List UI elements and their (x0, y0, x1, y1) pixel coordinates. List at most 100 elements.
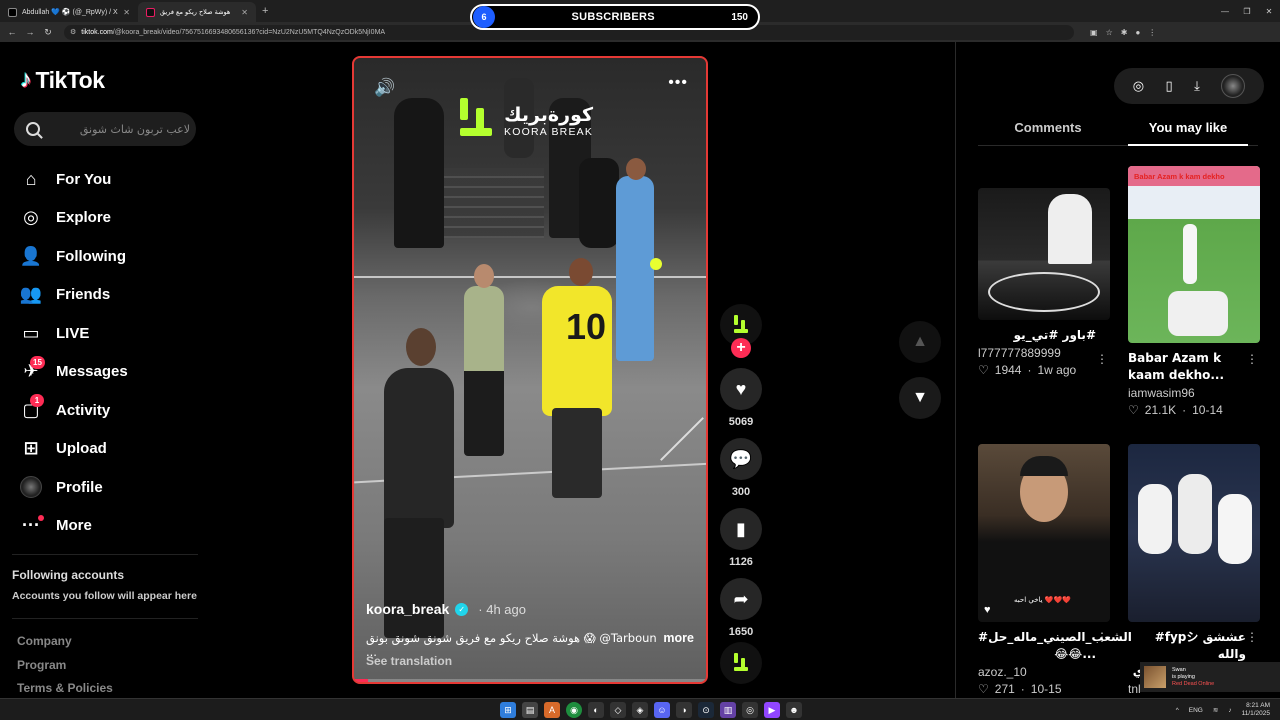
video-thumbnail[interactable]: ياخي احبه ❤️❤️❤️ ♥ (978, 444, 1110, 622)
more-options-icon[interactable]: ••• (668, 74, 688, 92)
search-box[interactable] (14, 112, 196, 146)
recommended-video-card[interactable]: #fypシ عششق والله #سالم_الدوسري... ⋮ tnl (1128, 444, 1260, 696)
previous-video-button[interactable]: ▲ (899, 321, 941, 363)
clock[interactable]: 8:21 AM 11/1/2025 (1242, 702, 1270, 718)
goalkeeper-player (616, 176, 654, 361)
avatar[interactable] (1221, 74, 1246, 98)
site-info-icon[interactable]: ⚙ (70, 28, 76, 36)
card-menu-icon[interactable]: ⋮ (1246, 352, 1258, 366)
new-tab-icon[interactable]: + (262, 5, 268, 17)
nav-item-upload[interactable]: ⊞ Upload (20, 430, 200, 469)
player-head (626, 158, 646, 180)
video-thumbnail[interactable] (978, 188, 1110, 320)
close-icon[interactable]: ✕ (241, 8, 248, 17)
sidebar: ♪ TikTok ⌂ For You ◎ Explore 👤 Following… (0, 42, 212, 698)
comment-icon[interactable]: 💬 (720, 438, 762, 480)
recommended-video-card[interactable]: Babar Azam k kam dekho Babar Azam k kaam… (1128, 166, 1260, 417)
heart-icon[interactable]: ♥ (720, 368, 762, 410)
next-video-button[interactable]: ▼ (899, 377, 941, 419)
card-menu-icon[interactable]: ⋮ (1096, 352, 1108, 366)
compass-icon: ◎ (23, 207, 39, 228)
chrome-icon[interactable]: ◉ (566, 702, 582, 718)
nav-item-friends[interactable]: 👥 Friends (20, 276, 200, 315)
card-date: 10-14 (1192, 403, 1223, 417)
close-window-icon[interactable]: ✕ (1258, 0, 1280, 22)
maximize-icon[interactable]: ❐ (1236, 0, 1258, 22)
app-icon[interactable]: ◐ (588, 702, 604, 718)
url-path: /@koora_break/video/7567516693480656136?… (112, 28, 386, 36)
author-username[interactable]: koora_break (366, 601, 449, 617)
language-indicator[interactable]: ENG (1189, 707, 1203, 714)
nav-item-for-you[interactable]: ⌂ For You (20, 160, 200, 199)
volume-icon[interactable]: 🔊 (374, 78, 395, 98)
app-icon[interactable]: ◑ (676, 702, 692, 718)
sound-avatar[interactable] (720, 642, 762, 684)
tiktok-page: ♪ TikTok ⌂ For You ◎ Explore 👤 Following… (0, 42, 1280, 698)
file-explorer-icon[interactable]: ▤ (522, 702, 538, 718)
bookmark-icon[interactable]: ▮ (720, 508, 762, 550)
app-icon[interactable]: ◎ (742, 702, 758, 718)
tab-you-may-like[interactable]: You may like (1118, 110, 1258, 146)
nav-item-messages[interactable]: ✈ 15 Messages (20, 353, 200, 392)
caption-more-button[interactable]: more (663, 631, 694, 659)
heart-outline-icon: ♡ (978, 363, 989, 377)
card-title: باور #تي_يو# (1013, 328, 1096, 342)
nav-item-activity[interactable]: ▢ 1 Activity (20, 391, 200, 430)
card-menu-icon[interactable]: ⋮ (1246, 630, 1258, 644)
browser-tab-x[interactable]: Abdullah 💙 ⚽ (@_RpWy) / X ✕ (0, 2, 138, 22)
nav-item-profile[interactable]: Profile (20, 468, 200, 507)
app-icon[interactable]: A (544, 702, 560, 718)
extension-icon[interactable]: ▣ (1090, 28, 1098, 37)
video-thumbnail[interactable]: Babar Azam k kam dekho (1128, 166, 1260, 343)
nav-item-explore[interactable]: ◎ Explore (20, 199, 200, 238)
nav-item-live[interactable]: ▭ LIVE (20, 314, 200, 353)
download-icon[interactable]: ⤓ (1194, 78, 1200, 94)
browser-tab-tiktok[interactable]: هوشة صلاح ريكو مع فريق ✕ (138, 2, 256, 22)
player-legs (552, 408, 602, 498)
video-player[interactable]: 10 🔊 ••• كورةبريك KOORA BREAK koora_brea… (352, 56, 708, 684)
puzzle-icon[interactable]: ✱ (1121, 28, 1128, 37)
nav-item-following[interactable]: 👤 Following (20, 237, 200, 276)
back-icon[interactable]: ← (6, 27, 18, 37)
footer-link-program[interactable]: Program (17, 658, 66, 672)
tiktok-logo[interactable]: ♪ TikTok (20, 66, 105, 94)
coach-head (406, 328, 436, 366)
follow-plus-button[interactable]: + (731, 338, 751, 358)
footer-link-company[interactable]: Company (17, 634, 72, 648)
app-icon[interactable]: ◈ (632, 702, 648, 718)
wifi-icon[interactable]: ≋ (1213, 706, 1218, 714)
steam-icon[interactable]: ⊙ (698, 702, 714, 718)
profile-icon[interactable]: ● (1135, 28, 1140, 37)
search-input[interactable] (50, 122, 190, 136)
recommended-video-card[interactable]: باور #تي_يو# ⋮ l777777889999 ♡ 1944 · 1w… (978, 188, 1110, 377)
card-menu-icon[interactable]: ⋮ (1096, 630, 1108, 644)
reload-icon[interactable]: ↻ (42, 27, 54, 38)
progress-fill (354, 679, 369, 682)
search-icon[interactable] (26, 122, 40, 136)
app-icon[interactable]: ▶ (764, 702, 780, 718)
start-icon[interactable]: ⊞ (500, 702, 516, 718)
mobile-icon[interactable]: ▯ (1166, 78, 1173, 94)
discord-icon[interactable]: ☺ (654, 702, 670, 718)
forward-icon[interactable]: → (24, 27, 36, 37)
bookmark-star-icon[interactable]: ☆ (1106, 28, 1113, 37)
coach-legs (384, 518, 444, 638)
app-icon[interactable]: ▥ (720, 702, 736, 718)
app-icon[interactable]: ◇ (610, 702, 626, 718)
share-icon[interactable]: ➦ (720, 578, 762, 620)
footer-link-terms[interactable]: Terms & Policies (17, 681, 113, 695)
minimize-icon[interactable]: — (1214, 0, 1236, 22)
game-activity-popup[interactable]: Swan is playing Red Dead Online (1140, 662, 1280, 692)
recommended-video-card[interactable]: ياخي احبه ❤️❤️❤️ ♥ #الشعب_الصيني_ماله_حل… (978, 444, 1132, 696)
nav-item-more[interactable]: ··· More (20, 507, 200, 546)
menu-dots-icon[interactable]: ⋮ (1148, 28, 1156, 37)
compass-icon[interactable]: ◎ (1133, 78, 1144, 94)
chevron-up-icon[interactable]: ^ (1176, 707, 1179, 714)
app-icon[interactable]: ☻ (786, 702, 802, 718)
volume-icon[interactable]: ♪ (1228, 707, 1231, 714)
tab-comments[interactable]: Comments (978, 110, 1118, 145)
see-translation-link[interactable]: See translation (366, 654, 452, 668)
close-icon[interactable]: ✕ (123, 8, 130, 17)
video-progress-bar[interactable] (354, 679, 706, 682)
video-thumbnail[interactable] (1128, 444, 1260, 622)
